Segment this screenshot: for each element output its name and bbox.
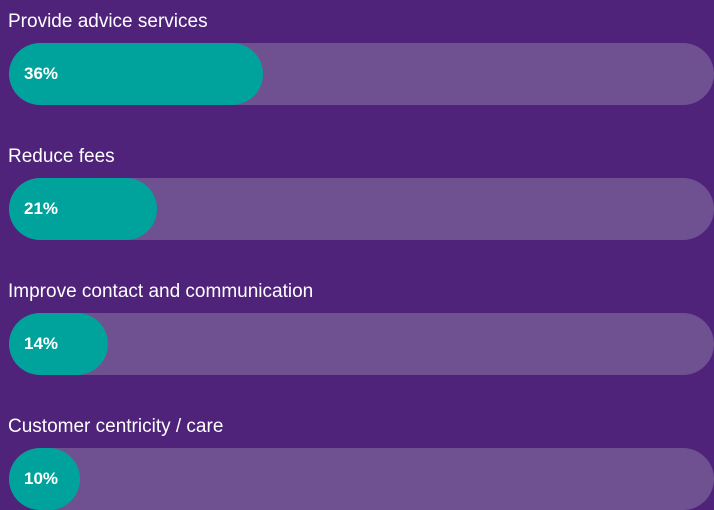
bar-row-improve-contact-and-communication: Improve contact and communication 14% xyxy=(0,270,714,375)
category-label: Provide advice services xyxy=(8,11,208,32)
value-label: 36% xyxy=(24,64,59,83)
chart-area: Provide advice services 36% Reduce fees … xyxy=(0,0,714,510)
category-label: Improve contact and communication xyxy=(8,281,314,302)
category-label: Customer centricity / care xyxy=(8,416,224,437)
category-label: Reduce fees xyxy=(8,146,115,167)
bar-track: 14% xyxy=(9,313,714,375)
bar-track: 21% xyxy=(9,178,714,240)
value-label: 21% xyxy=(24,199,59,218)
bar-row-customer-centricity-care: Customer centricity / care 10% xyxy=(0,405,714,510)
bar-track: 36% xyxy=(9,43,714,105)
bar-track: 10% xyxy=(9,448,714,510)
bar-row-reduce-fees: Reduce fees 21% xyxy=(0,135,714,240)
value-label: 14% xyxy=(24,334,59,353)
value-label: 10% xyxy=(24,469,59,488)
bar-row-provide-advice-services: Provide advice services 36% xyxy=(0,0,714,105)
